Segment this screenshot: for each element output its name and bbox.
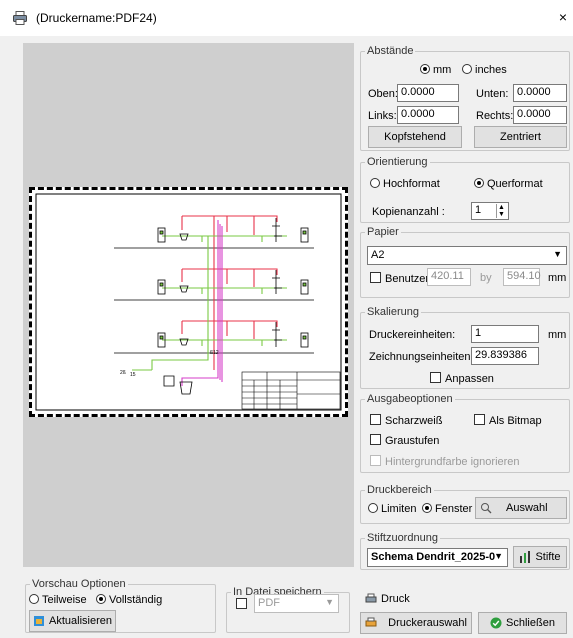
title-bar: (Druckername:PDF24) × bbox=[0, 0, 573, 36]
kopfstehend-button[interactable]: Kopfstehend bbox=[368, 126, 462, 148]
zeichnungseinheiten-label: Zeichnungseinheiten: bbox=[369, 351, 474, 363]
hintergrund-checkbox[interactable]: Hintergrundfarbe ignorieren bbox=[370, 455, 520, 468]
kopien-value: 1 bbox=[475, 204, 482, 216]
druck-label: Druck bbox=[381, 593, 410, 605]
checkbox-icon bbox=[370, 272, 381, 283]
chevron-down-icon: ▼ bbox=[325, 597, 334, 607]
radio-icon bbox=[29, 594, 39, 604]
druckereinheiten-label: Druckereinheiten: bbox=[369, 329, 456, 341]
bitmap-checkbox[interactable]: Als Bitmap bbox=[474, 414, 542, 427]
save-to-file-checkbox[interactable] bbox=[236, 598, 251, 611]
pen-bars-icon bbox=[520, 551, 531, 563]
fenster-radio[interactable]: Fenster bbox=[422, 503, 472, 515]
printer-select-icon bbox=[365, 617, 377, 627]
unit-mm-radio[interactable]: mm bbox=[420, 64, 451, 76]
refresh-icon bbox=[34, 616, 44, 626]
drawing-preview: 15 2ß ß12 bbox=[35, 193, 342, 411]
unten-label: Unten: bbox=[476, 88, 509, 100]
radio-icon bbox=[462, 64, 472, 74]
kopien-spinner[interactable]: 1 ▲ ▼ bbox=[471, 202, 509, 220]
chevron-down-icon: ▼ bbox=[553, 249, 562, 259]
auswahl-label: Auswahl bbox=[506, 502, 548, 514]
orientierung-legend: Orientierung bbox=[367, 156, 428, 168]
spinner-arrows-icon[interactable]: ▲ ▼ bbox=[496, 204, 506, 218]
vorschau-legend: Vorschau Optionen bbox=[32, 578, 126, 590]
radio-icon bbox=[368, 503, 378, 513]
by-label: by bbox=[480, 272, 492, 284]
rechts-input[interactable]: 0.0000 bbox=[513, 106, 567, 124]
stifte-button[interactable]: Stifte bbox=[513, 546, 567, 568]
drawing-label-c: ß12 bbox=[210, 350, 219, 356]
paper-format-select[interactable]: A2 ▼ bbox=[367, 246, 567, 265]
checkbox-icon bbox=[370, 434, 381, 445]
printer-icon bbox=[365, 593, 377, 603]
check-circle-icon bbox=[490, 617, 502, 629]
benutzer-checkbox[interactable]: Benutzer bbox=[370, 272, 429, 285]
ausgabe-legend: Ausgabeoptionen bbox=[367, 393, 453, 405]
stift-schema-value: Schema Dendrit_2025-0 bbox=[371, 551, 496, 563]
querformat-radio[interactable]: Querformat bbox=[474, 178, 543, 190]
aktualisieren-button[interactable]: Aktualisieren bbox=[29, 610, 116, 632]
checkbox-icon bbox=[370, 414, 381, 425]
druckereinheiten-unit: mm bbox=[548, 329, 567, 341]
window-title: (Druckername:PDF24) bbox=[36, 11, 157, 25]
hochformat-radio[interactable]: Hochformat bbox=[370, 178, 440, 190]
stift-schema-select[interactable]: Schema Dendrit_2025-0 ▼ bbox=[367, 548, 508, 567]
radio-selected-icon bbox=[474, 178, 484, 188]
druck-button[interactable]: Druck bbox=[360, 588, 427, 610]
schwarzweiss-checkbox[interactable]: Scharzweiß bbox=[370, 414, 442, 427]
paper-unit-label: mm bbox=[548, 272, 567, 284]
zentriert-button[interactable]: Zentriert bbox=[474, 126, 567, 148]
auswahl-button[interactable]: Auswahl bbox=[475, 497, 567, 519]
drawing-label-b: 2ß bbox=[120, 370, 126, 376]
kopien-label: Kopienanzahl : bbox=[372, 206, 445, 218]
file-format-select[interactable]: PDF ▼ bbox=[254, 594, 339, 613]
radio-selected-icon bbox=[96, 594, 106, 604]
select-window-icon bbox=[481, 503, 492, 514]
radio-icon bbox=[370, 178, 380, 188]
teilweise-radio[interactable]: Teilweise bbox=[29, 594, 87, 606]
limiten-radio[interactable]: Limiten bbox=[368, 503, 416, 515]
checkbox-icon bbox=[430, 372, 441, 383]
anpassen-checkbox[interactable]: Anpassen bbox=[430, 372, 494, 385]
checkbox-icon bbox=[370, 455, 381, 466]
papier-legend: Papier bbox=[367, 226, 399, 238]
chevron-down-icon: ▼ bbox=[494, 551, 503, 561]
links-label: Links: bbox=[368, 110, 397, 122]
drawing-label-a: 15 bbox=[130, 372, 136, 378]
preview-sheet: 15 2ß ß12 bbox=[29, 187, 348, 417]
stifte-label: Stifte bbox=[535, 551, 561, 563]
file-format-value: PDF bbox=[258, 597, 280, 609]
stiftzuordnung-legend: Stiftzuordnung bbox=[367, 532, 438, 544]
paper-height-input[interactable]: 594.10 bbox=[503, 268, 541, 286]
aktualisieren-label: Aktualisieren bbox=[49, 615, 112, 627]
druckbereich-legend: Druckbereich bbox=[367, 484, 432, 496]
abstaende-legend: Abstände bbox=[367, 45, 414, 57]
radio-selected-icon bbox=[420, 64, 430, 74]
close-icon[interactable]: × bbox=[559, 9, 567, 25]
schliessen-label: Schließen bbox=[506, 617, 555, 629]
oben-input[interactable]: 0.0000 bbox=[397, 84, 459, 102]
graustufen-checkbox[interactable]: Graustufen bbox=[370, 434, 439, 447]
schliessen-button[interactable]: Schließen bbox=[478, 612, 567, 634]
rechts-label: Rechts: bbox=[476, 110, 514, 122]
radio-selected-icon bbox=[422, 503, 432, 513]
vollstaendig-radio[interactable]: Vollständig bbox=[96, 594, 162, 606]
druckereinheiten-input[interactable]: 1 bbox=[471, 325, 539, 343]
unit-inches-radio[interactable]: inches bbox=[462, 64, 507, 76]
oben-label: Oben: bbox=[368, 88, 398, 100]
druckerauswahl-button[interactable]: Druckerauswahl bbox=[360, 612, 472, 634]
links-input[interactable]: 0.0000 bbox=[397, 106, 459, 124]
skalierung-legend: Skalierung bbox=[367, 306, 419, 318]
checkbox-icon bbox=[474, 414, 485, 425]
zeichnungseinheiten-input[interactable]: 29.839386 bbox=[471, 347, 539, 365]
druckerauswahl-label: Druckerauswahl bbox=[388, 617, 467, 629]
checkbox-icon bbox=[236, 598, 247, 609]
paper-width-input[interactable]: 420.11 bbox=[427, 268, 471, 286]
print-preview: 15 2ß ß12 bbox=[23, 43, 354, 567]
paper-format-value: A2 bbox=[371, 249, 385, 261]
printer-icon bbox=[13, 11, 27, 25]
unten-input[interactable]: 0.0000 bbox=[513, 84, 567, 102]
